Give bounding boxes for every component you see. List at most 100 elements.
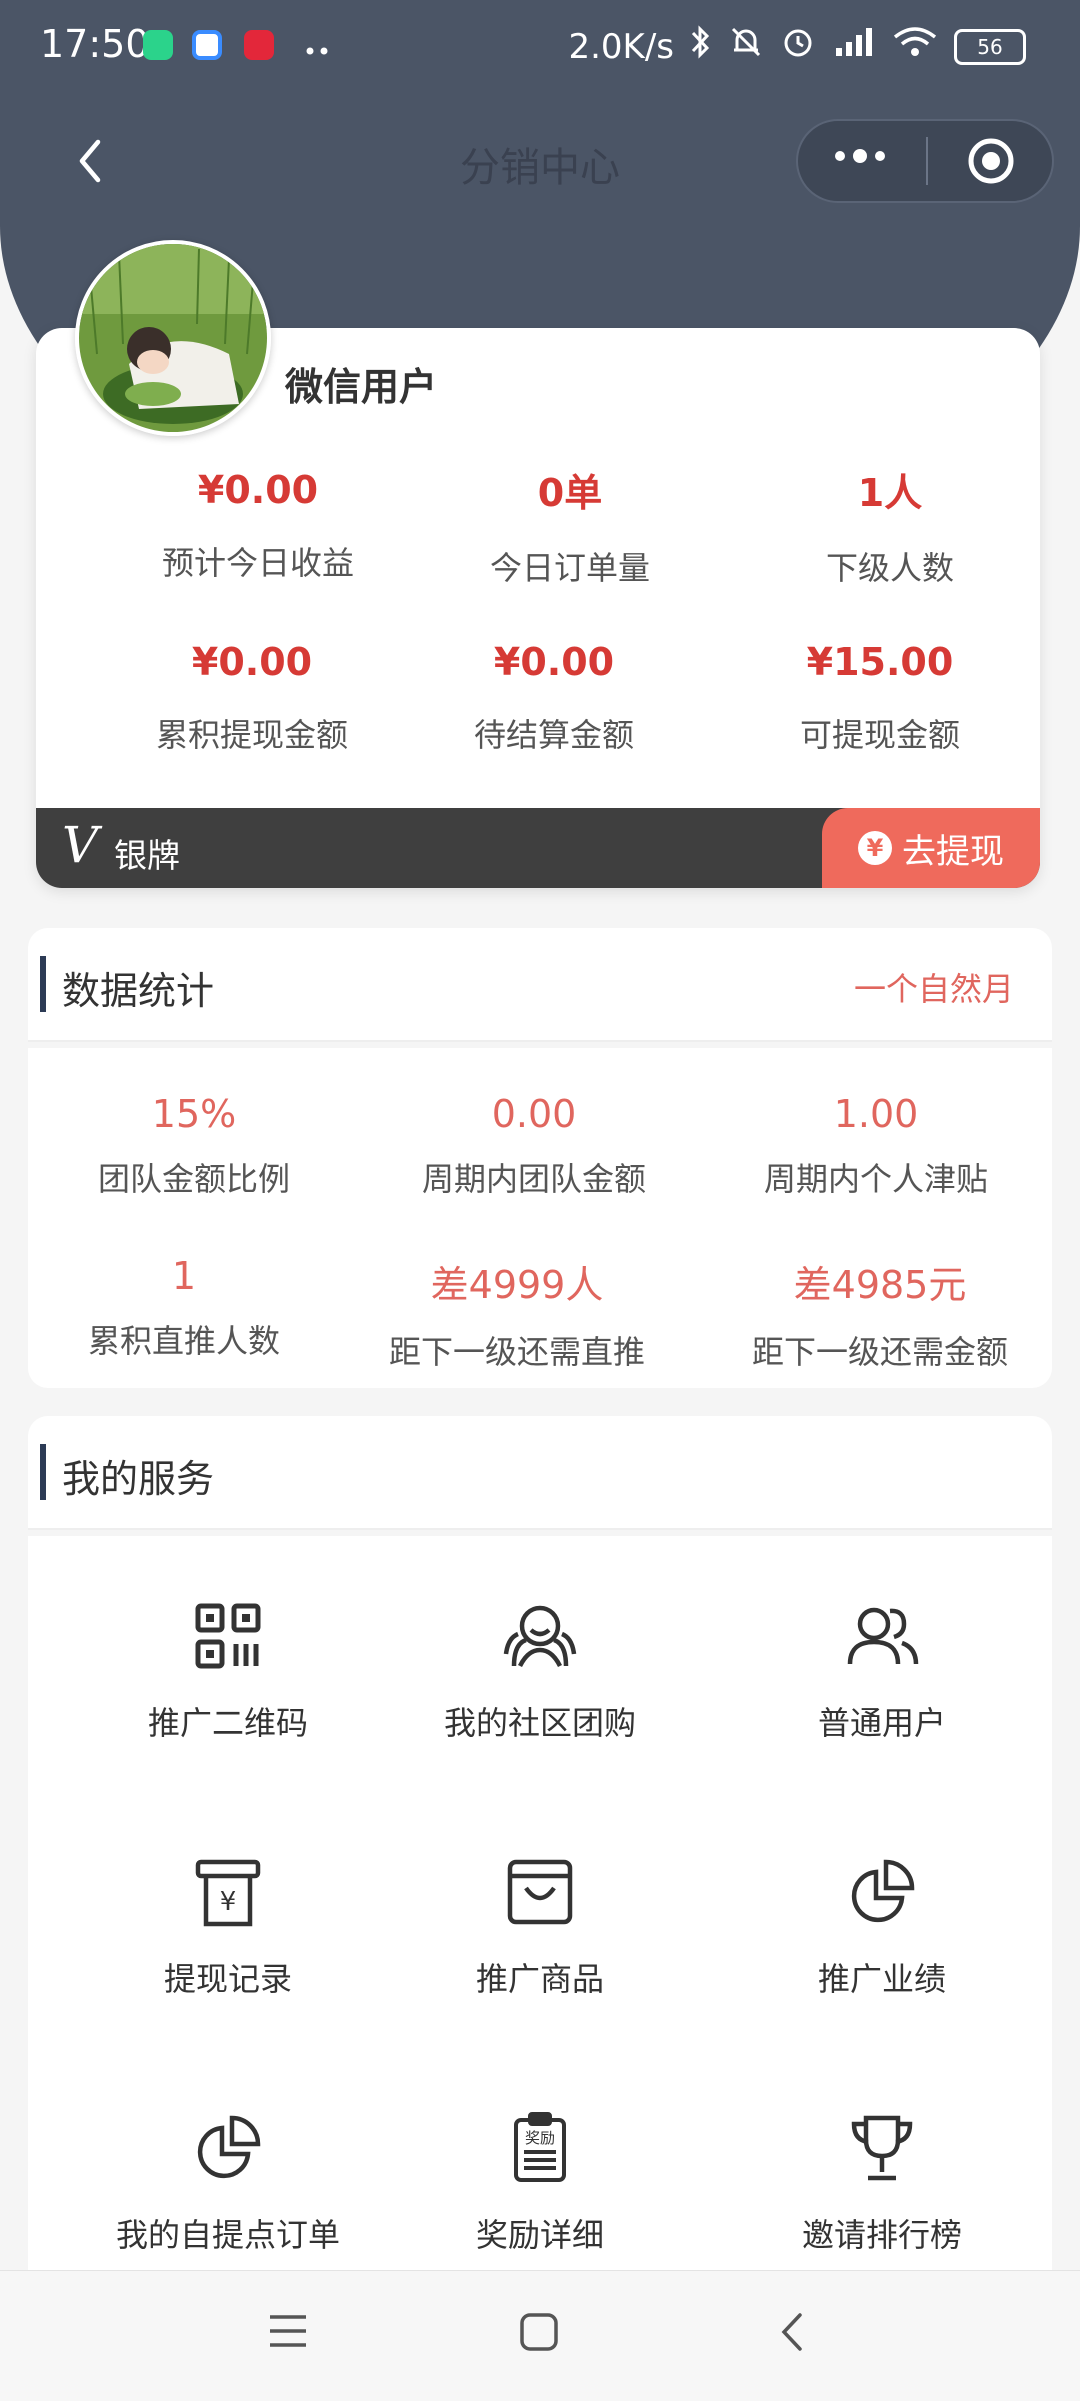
withdraw-button[interactable]: ¥ 去提现 [822, 808, 1040, 888]
capsule-divider [926, 137, 928, 185]
metric-value: 差4999人 [430, 1263, 604, 1307]
stat-label: 可提现金额 [799, 716, 960, 754]
withdraw-label: 去提现 [902, 831, 1004, 872]
metric-label: 周期内团队金额 [421, 1160, 646, 1198]
pie-chart-icon [842, 1852, 922, 1932]
battery-icon: 56 [954, 28, 1026, 65]
network-speed: 2.0K/s [568, 26, 674, 67]
section-accent-bar [40, 1444, 46, 1500]
service-label: 我的社区团购 [443, 1704, 636, 1742]
vip-icon: V [62, 816, 99, 874]
metric-value: 差4985元 [793, 1263, 967, 1307]
trophy-icon [842, 2108, 922, 2188]
metric-label: 周期内个人津贴 [763, 1160, 988, 1198]
services-title: 我的服务 [62, 1457, 215, 1501]
metric-label: 距下一级还需直推 [388, 1333, 645, 1371]
menu-icon[interactable] [266, 2311, 310, 2355]
service-label: 普通用户 [817, 1704, 946, 1742]
wifi-icon [892, 24, 938, 69]
stat-value: ¥15.00 [806, 640, 954, 684]
alarm-icon [780, 24, 816, 69]
shopping-bag-icon [500, 1852, 580, 1932]
metric-team-ratio: 15% 团队金额比例 [14, 1092, 374, 1200]
stat-label: 预计今日收益 [161, 544, 354, 582]
data-stats-panel: 15% 团队金额比例 0.00 周期内团队金额 1.00 周期内个人津贴 1 累… [28, 1048, 1052, 1388]
close-mini-program-icon[interactable] [966, 136, 1016, 186]
service-label: 推广二维码 [147, 1704, 308, 1742]
metric-value: 1 [171, 1254, 197, 1298]
service-invite-leaderboard[interactable]: 邀请排行榜 [712, 2108, 1052, 2256]
stat-pending-settlement: ¥0.00 待结算金额 [404, 640, 704, 756]
metric-referrals-needed: 差4999人 距下一级还需直推 [337, 1254, 697, 1373]
service-label: 推广业绩 [817, 1960, 946, 1998]
username: 微信用户 [285, 365, 438, 409]
metric-label: 距下一级还需金额 [751, 1333, 1008, 1371]
pie-chart-icon [188, 2108, 268, 2188]
stat-withdrawable: ¥15.00 可提现金额 [730, 640, 1030, 756]
reward-clipboard-icon: 奖励 [500, 2108, 580, 2188]
stat-value: ¥0.00 [191, 640, 313, 684]
community-group-icon [500, 1596, 580, 1676]
more-notifications-icon [306, 40, 330, 55]
service-promotion-performance[interactable]: 推广业绩 [712, 1852, 1052, 2000]
app-notification-icon [143, 30, 173, 60]
data-stats-header: 数据统计 一个自然月 [28, 928, 1052, 1042]
service-label: 提现记录 [163, 1960, 292, 1998]
yen-icon: ¥ [858, 831, 892, 865]
service-community-group[interactable]: 我的社区团购 [370, 1596, 710, 1744]
back-nav-icon[interactable] [772, 2309, 812, 2359]
service-qr-code[interactable]: 推广二维码 [58, 1596, 398, 1744]
stat-label: 待结算金额 [473, 716, 634, 754]
reward-icon-text: 奖励 [525, 2129, 555, 2147]
metric-direct-referrals: 1 累积直推人数 [4, 1254, 364, 1362]
status-time: 17:50 [40, 22, 150, 66]
svg-text:¥: ¥ [220, 1887, 237, 1917]
status-right: 2.0K/s 56 [568, 24, 1026, 69]
services-grid: 推广二维码 我的社区团购 普通用户 ¥ 提现记录 推广商品 推广业绩 我的自提点… [28, 1536, 1052, 2270]
stat-total-withdrawn: ¥0.00 累积提现金额 [102, 640, 402, 756]
metric-label: 累积直推人数 [87, 1322, 280, 1360]
stat-value: 0单 [537, 471, 603, 515]
system-navigation-bar [0, 2270, 1080, 2401]
stat-value: ¥0.00 [493, 640, 615, 684]
signal-icon [832, 24, 876, 69]
users-icon [842, 1596, 922, 1676]
avatar[interactable] [75, 240, 271, 436]
service-reward-details[interactable]: 奖励 奖励详细 [370, 2108, 710, 2256]
metric-amount-needed: 差4985元 距下一级还需金额 [700, 1254, 1060, 1373]
home-icon[interactable] [518, 2311, 560, 2357]
chat-notification-icon [192, 30, 222, 60]
service-pickup-orders[interactable]: 我的自提点订单 [58, 2108, 398, 2256]
metric-value: 1.00 [833, 1092, 919, 1136]
service-label: 我的自提点订单 [115, 2216, 340, 2254]
stat-today-earnings: ¥0.00 预计今日收益 [108, 468, 408, 584]
stat-label: 今日订单量 [489, 549, 650, 587]
metric-label: 团队金额比例 [97, 1160, 290, 1198]
shop-notification-icon [244, 30, 274, 60]
stat-value: ¥0.00 [197, 468, 319, 512]
service-regular-users[interactable]: 普通用户 [712, 1596, 1052, 1744]
section-accent-bar [40, 956, 46, 1012]
bluetooth-icon [690, 24, 712, 69]
services-header: 我的服务 [28, 1416, 1052, 1530]
service-promoted-products[interactable]: 推广商品 [370, 1852, 710, 2000]
data-stats-title: 数据统计 [62, 969, 215, 1013]
stat-subordinates: 1人 下级人数 [740, 462, 1040, 589]
metric-personal-allowance: 1.00 周期内个人津贴 [696, 1092, 1056, 1200]
service-label: 邀请排行榜 [801, 2216, 962, 2254]
service-label: 推广商品 [475, 1960, 604, 1998]
service-withdraw-records[interactable]: ¥ 提现记录 [58, 1852, 398, 2000]
member-level-label: 银牌 [114, 836, 180, 875]
stat-label: 下级人数 [825, 549, 954, 587]
metric-value: 0.00 [491, 1092, 577, 1136]
mute-icon [728, 24, 764, 69]
stat-today-orders: 0单 今日订单量 [420, 462, 720, 589]
stat-value: 1人 [857, 471, 923, 515]
period-selector[interactable]: 一个自然月 [854, 964, 1014, 1010]
stat-label: 累积提现金额 [155, 716, 348, 754]
battery-level: 56 [977, 34, 1003, 59]
more-icon[interactable] [830, 146, 890, 166]
metric-team-amount: 0.00 周期内团队金额 [354, 1092, 714, 1200]
metric-value: 15% [151, 1092, 237, 1136]
service-label: 奖励详细 [475, 2216, 604, 2254]
